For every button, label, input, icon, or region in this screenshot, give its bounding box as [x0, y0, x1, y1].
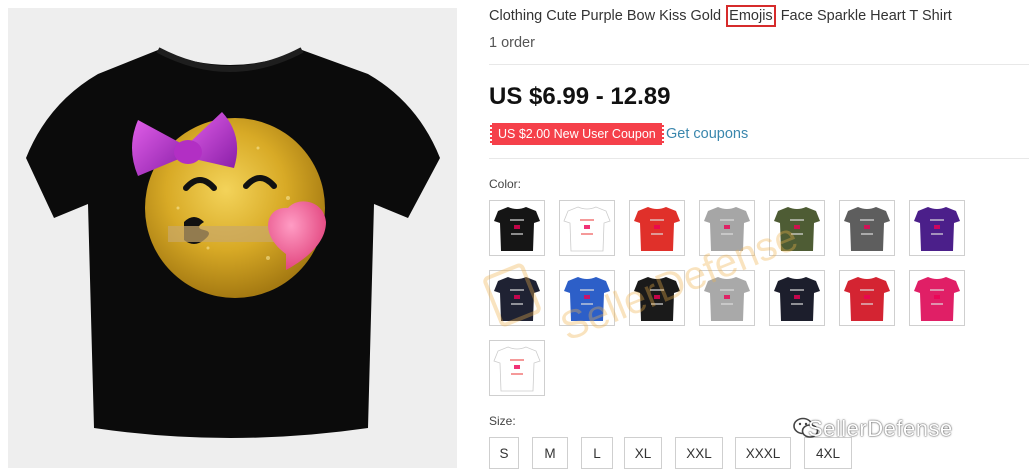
- order-count: 1 order: [489, 35, 535, 51]
- tshirt-thumbnail-icon: [770, 271, 824, 325]
- watermark-brand-text: SellerDefense: [808, 416, 953, 441]
- color-swatch-gray[interactable]: [699, 200, 755, 256]
- color-swatch-black[interactable]: [489, 200, 545, 256]
- tshirt-thumbnail-icon: [490, 271, 544, 325]
- color-swatch-pink[interactable]: [909, 270, 965, 326]
- tshirt-thumbnail-icon: [910, 271, 964, 325]
- color-swatch-purple[interactable]: [909, 200, 965, 256]
- color-swatch-red[interactable]: [629, 200, 685, 256]
- tshirt-thumbnail-icon: [700, 271, 754, 325]
- price-range: US $6.99 - 12.89: [489, 83, 671, 110]
- title-part-2: Face Sparkle Heart T Shirt: [780, 8, 952, 24]
- color-swatch-army-green[interactable]: [769, 200, 825, 256]
- product-photo: [26, 47, 440, 438]
- size-option-xxxl[interactable]: XXXL: [735, 437, 791, 469]
- divider: [489, 64, 1029, 65]
- color-swatch-black-2[interactable]: [629, 270, 685, 326]
- color-swatch-white[interactable]: [559, 200, 615, 256]
- color-swatch-white-2[interactable]: [489, 340, 545, 396]
- size-option-m[interactable]: M: [532, 437, 568, 469]
- get-coupons-link[interactable]: Get coupons: [666, 126, 748, 142]
- divider: [489, 158, 1029, 159]
- product-title: Clothing Cute Purple Bow Kiss Gold Emoji…: [489, 5, 952, 27]
- new-user-coupon-badge: US $2.00 New User Coupon: [490, 123, 664, 145]
- size-option-xl[interactable]: XL: [624, 437, 662, 469]
- size-label: Size:: [489, 414, 516, 428]
- title-part-1: Clothing Cute Purple Bow Kiss Gold: [489, 8, 722, 24]
- color-swatch-dark-gray[interactable]: [839, 200, 895, 256]
- tshirt-thumbnail-icon: [630, 201, 684, 255]
- tshirt-thumbnail-icon: [770, 201, 824, 255]
- tshirt-thumbnail-icon: [910, 201, 964, 255]
- color-swatch-navy[interactable]: [489, 270, 545, 326]
- color-label: Color:: [489, 177, 522, 191]
- tshirt-thumbnail-icon: [840, 271, 894, 325]
- tshirt-thumbnail-icon: [560, 271, 614, 325]
- product-image-panel: [8, 8, 457, 468]
- tshirt-thumbnail-icon: [490, 201, 544, 255]
- tshirt-thumbnail-icon: [700, 201, 754, 255]
- color-swatch-light-gray[interactable]: [699, 270, 755, 326]
- product-info-panel: Clothing Cute Purple Bow Kiss Gold Emoji…: [489, 0, 1029, 470]
- tshirt-thumbnail-icon: [490, 341, 544, 395]
- color-swatch-crimson[interactable]: [839, 270, 895, 326]
- color-swatch-dark-navy[interactable]: [769, 270, 825, 326]
- color-swatch-blue[interactable]: [559, 270, 615, 326]
- tshirt-thumbnail-icon: [840, 201, 894, 255]
- tshirt-thumbnail-icon: [630, 271, 684, 325]
- size-option-s[interactable]: S: [489, 437, 519, 469]
- size-option-xxl[interactable]: XXL: [675, 437, 723, 469]
- tshirt-thumbnail-icon: [560, 201, 614, 255]
- size-option-l[interactable]: L: [581, 437, 613, 469]
- title-highlight-emojis: Emojis: [726, 5, 776, 27]
